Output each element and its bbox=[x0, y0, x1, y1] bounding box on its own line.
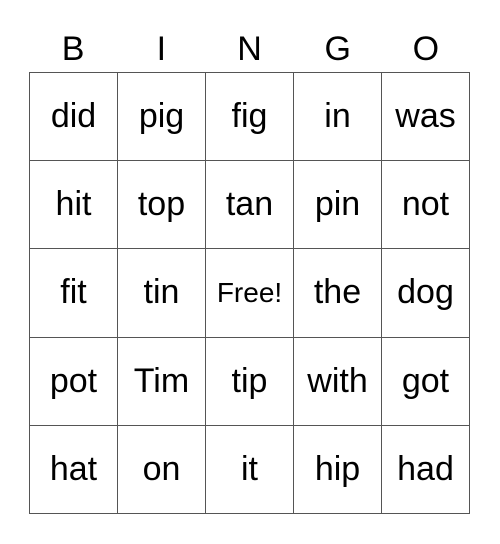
bingo-cell: it bbox=[206, 425, 294, 514]
bingo-cell: tin bbox=[118, 249, 206, 338]
bingo-cell: was bbox=[382, 73, 470, 162]
bingo-cell: the bbox=[294, 249, 382, 338]
bingo-cell: dog bbox=[382, 249, 470, 338]
bingo-cell: tan bbox=[206, 161, 294, 250]
header-letter-n: N bbox=[237, 30, 262, 68]
bingo-cell: pot bbox=[30, 337, 118, 426]
bingo-cell: Tim bbox=[118, 337, 206, 426]
bingo-cell: on bbox=[118, 425, 206, 514]
bingo-cell: not bbox=[382, 161, 470, 250]
bingo-cell: pig bbox=[118, 73, 206, 162]
bingo-cell: hat bbox=[30, 425, 118, 514]
bingo-header: B I N G O bbox=[29, 26, 470, 72]
header-letter-b: B bbox=[61, 30, 85, 68]
bingo-cell: got bbox=[382, 337, 470, 426]
free-space-cell: Free! bbox=[206, 249, 294, 338]
header-letter-i: I bbox=[156, 30, 167, 68]
bingo-cell: fit bbox=[30, 249, 118, 338]
bingo-cell: in bbox=[294, 73, 382, 162]
header-letter-o: O bbox=[412, 30, 440, 68]
bingo-cell: with bbox=[294, 337, 382, 426]
bingo-cell: fig bbox=[206, 73, 294, 162]
bingo-cell: tip bbox=[206, 337, 294, 426]
bingo-cell: top bbox=[118, 161, 206, 250]
bingo-cell: hit bbox=[30, 161, 118, 250]
header-letter-g: G bbox=[324, 30, 351, 68]
bingo-cell: had bbox=[382, 425, 470, 514]
bingo-cell: hip bbox=[294, 425, 382, 514]
bingo-cell: did bbox=[30, 73, 118, 162]
bingo-cell: pin bbox=[294, 161, 382, 250]
bingo-grid: did pig fig in was hit top tan pin not f… bbox=[29, 72, 470, 514]
